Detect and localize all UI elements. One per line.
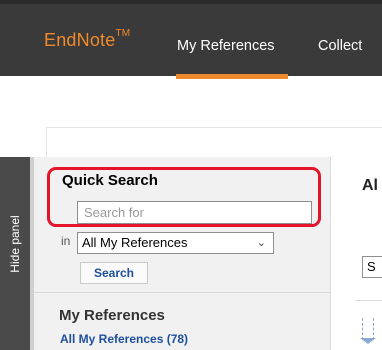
nav-tab-collect[interactable]: Collect bbox=[318, 38, 362, 54]
main-select-fragment[interactable]: S bbox=[362, 256, 382, 278]
top-nav-bar: EndNoteTM My References Collect bbox=[0, 0, 382, 79]
content-frame-top-border bbox=[46, 127, 382, 128]
scope-in-label: in bbox=[61, 234, 71, 248]
hide-panel-tab[interactable]: Hide panel bbox=[0, 157, 34, 350]
search-scope-select[interactable]: All My References ⌄ bbox=[77, 232, 274, 254]
active-tab-indicator bbox=[176, 74, 288, 79]
endnote-logo[interactable]: EndNoteTM bbox=[44, 28, 131, 51]
hide-panel-label: Hide panel bbox=[8, 215, 22, 273]
scope-select-value: All My References bbox=[82, 235, 188, 250]
brand-trademark: TM bbox=[115, 28, 131, 39]
chevron-down-icon: ⌄ bbox=[256, 237, 266, 249]
quick-search-highlight bbox=[47, 167, 321, 227]
main-heading-fragment: Al bbox=[362, 177, 378, 194]
brand-name: EndNote bbox=[44, 30, 116, 50]
main-divider bbox=[355, 300, 382, 301]
panel-separator bbox=[34, 292, 330, 293]
download-arrow-icon bbox=[360, 318, 376, 344]
main-select-value: S bbox=[367, 259, 376, 274]
my-references-title: My References bbox=[59, 307, 165, 324]
panel-divider bbox=[330, 157, 331, 350]
all-my-references-link[interactable]: All My References (78) bbox=[60, 332, 188, 346]
nav-tab-my-references[interactable]: My References bbox=[177, 38, 275, 54]
search-button[interactable]: Search bbox=[80, 262, 148, 284]
content-frame-left-border bbox=[46, 127, 47, 157]
